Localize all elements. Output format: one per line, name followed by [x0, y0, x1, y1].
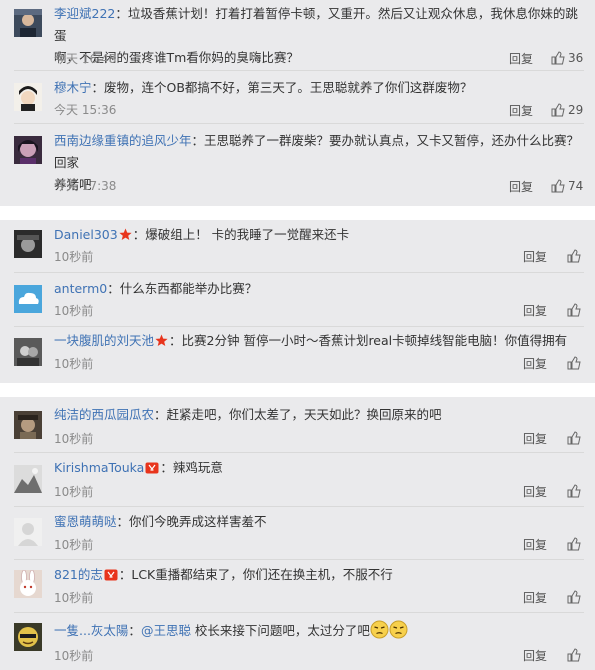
- comment-time: 10秒前: [54, 485, 94, 499]
- avatar[interactable]: [14, 83, 42, 111]
- comment-time: 10秒前: [54, 250, 94, 264]
- thumbs-up-icon: [551, 179, 565, 193]
- comment-text: ：辣鸡玩意: [160, 460, 223, 475]
- comment-time: 10秒前: [54, 304, 94, 318]
- username-link[interactable]: 西南边缘重镇的追风少年: [54, 133, 192, 148]
- username-link[interactable]: 821的志: [54, 567, 103, 582]
- reply-button[interactable]: 回复: [523, 303, 547, 319]
- star-badge-icon: [155, 334, 168, 347]
- mention-link[interactable]: @王思聪: [141, 623, 191, 638]
- reply-button[interactable]: 回复: [523, 356, 547, 372]
- thumbs-up-icon: [551, 103, 565, 117]
- like-button[interactable]: [567, 484, 581, 498]
- comment-text: ：: [128, 623, 141, 638]
- like-button[interactable]: [567, 648, 581, 662]
- comment-text: ：垃圾香蕉计划！打着打着暂停卡顿，又重开。然后又让观众休息，我休息你妹的跳蛋: [54, 6, 578, 43]
- avatar[interactable]: [14, 411, 42, 439]
- reply-button[interactable]: 回复: [509, 103, 533, 119]
- username-link[interactable]: 一隻...灰太陽: [54, 623, 128, 638]
- comment-item: 蜜恩萌萌哒：你们今晚弄成这样害羞不 10秒前 回复: [0, 507, 595, 559]
- reply-button[interactable]: 回复: [509, 51, 533, 67]
- comment-item: 李迎斌222：垃圾香蕉计划！打着打着暂停卡顿，又重开。然后又让观众休息，我休息你…: [0, 0, 595, 70]
- reply-button[interactable]: 回复: [523, 590, 547, 606]
- like-button[interactable]: [567, 537, 581, 551]
- reply-button[interactable]: 回复: [523, 484, 547, 500]
- comment-text: ：废物，连个OB都搞不好，第三天了。王思聪就养了你们这群废物？: [91, 80, 473, 95]
- thumbs-up-icon: [567, 590, 581, 604]
- vip-badge-icon: [145, 461, 159, 474]
- avatar[interactable]: [14, 285, 42, 313]
- annoyed-face-emoji-icon: [370, 620, 389, 646]
- thumbs-up-icon: [567, 249, 581, 263]
- username-link[interactable]: Daniel303: [54, 227, 118, 242]
- avatar[interactable]: [14, 465, 42, 493]
- comment-time: 10秒前: [54, 538, 94, 552]
- username-link[interactable]: 纯洁的西瓜园瓜农: [54, 407, 154, 422]
- reply-button[interactable]: 回复: [523, 537, 547, 553]
- comment-time: 10秒前: [54, 649, 94, 663]
- reply-button[interactable]: 回复: [523, 249, 547, 265]
- thumbs-up-icon: [567, 356, 581, 370]
- thumbs-up-icon: [567, 648, 581, 662]
- comment-item: 一块腹肌的刘天池 ：比赛2分钟 暂停一小时～香蕉计划real卡顿掉线智能电脑！你值…: [0, 327, 595, 383]
- thumbs-up-icon: [551, 51, 565, 65]
- like-button[interactable]: [567, 431, 581, 445]
- comment-item: anterm0：什么东西都能举办比赛？ 10秒前 回复: [0, 273, 595, 326]
- comment-item: 一隻...灰太陽：@王思聪 校长来接下问题吧，太过分了吧 10秒前 回复: [0, 613, 595, 670]
- like-button[interactable]: 29: [551, 102, 583, 118]
- reply-button[interactable]: 回复: [523, 648, 547, 664]
- comment-item: 纯洁的西瓜园瓜农：赶紧走吧，你们太差了，天天如此？换回原来的吧 10秒前 回复: [0, 397, 595, 452]
- comment-time: 今天 16:48: [54, 52, 117, 66]
- thumbs-up-icon: [567, 431, 581, 445]
- thumbs-up-icon: [567, 303, 581, 317]
- avatar[interactable]: [14, 9, 42, 37]
- comment-item: 821的志 ：LCK重播都结束了，你们还在换主机，不服不行 10秒前 回复: [0, 560, 595, 612]
- comment-item: Daniel303 ：爆破组上！ 卡的我睡了一觉醒来还卡 10秒前 回复: [0, 220, 595, 272]
- comment-text: ：你们今晚弄成这样害羞不: [116, 514, 267, 529]
- like-count: 29: [568, 103, 584, 117]
- thumbs-up-icon: [567, 537, 581, 551]
- avatar[interactable]: [14, 230, 42, 258]
- like-button[interactable]: [567, 303, 581, 317]
- comment-item: 穆木宁：废物，连个OB都搞不好，第三天了。王思聪就养了你们这群废物？ 今天 15…: [0, 71, 595, 123]
- comment-text-continued: 校长来接下问题吧，太过分了吧: [190, 623, 370, 638]
- comment-text: ：赶紧走吧，你们太差了，天天如此？换回原来的吧: [154, 407, 442, 422]
- comment-text: ：LCK重播都结束了，你们还在换主机，不服不行: [118, 567, 393, 582]
- comment-time: 今天 17:38: [54, 179, 117, 193]
- comment-text: ：什么东西都能举办比赛？: [107, 281, 258, 296]
- username-link[interactable]: 李迎斌222: [54, 6, 115, 21]
- avatar[interactable]: [14, 518, 42, 546]
- like-button[interactable]: [567, 356, 581, 370]
- comment-item: KirishmaTouka ：辣鸡玩意 10秒前 回复: [0, 453, 595, 506]
- avatar[interactable]: [14, 623, 42, 651]
- like-count: 36: [568, 51, 584, 65]
- comment-time: 今天 15:36: [54, 103, 117, 117]
- avatar[interactable]: [14, 570, 42, 598]
- reply-button[interactable]: 回复: [523, 431, 547, 447]
- star-badge-icon: [119, 228, 132, 241]
- username-link[interactable]: anterm0: [54, 281, 107, 296]
- comment-time: 10秒前: [54, 432, 94, 446]
- comment-text: ：比赛2分钟 暂停一小时～香蕉计划real卡顿掉线智能电脑！你值得拥有: [169, 333, 568, 348]
- username-link[interactable]: 穆木宁: [54, 80, 92, 95]
- like-button[interactable]: 74: [551, 178, 583, 194]
- comment-item: 西南边缘重镇的追风少年：王思聪养了一群废柴？要办就认真点，又卡又暂停，还办什么比…: [0, 124, 595, 206]
- avatar[interactable]: [14, 338, 42, 366]
- vip-badge-icon: [104, 568, 118, 581]
- username-link[interactable]: KirishmaTouka: [54, 460, 144, 475]
- like-count: 74: [568, 179, 584, 193]
- reply-button[interactable]: 回复: [509, 179, 533, 195]
- like-button[interactable]: [567, 249, 581, 263]
- avatar[interactable]: [14, 136, 42, 164]
- username-link[interactable]: 蜜恩萌萌哒: [54, 514, 117, 529]
- like-button[interactable]: 36: [551, 50, 583, 66]
- thumbs-up-icon: [567, 484, 581, 498]
- comment-time: 10秒前: [54, 357, 94, 371]
- username-link[interactable]: 一块腹肌的刘天池: [54, 333, 154, 348]
- comment-text: ：爆破组上！ 卡的我睡了一觉醒来还卡: [132, 227, 350, 242]
- comment-time: 10秒前: [54, 591, 94, 605]
- annoyed-face-emoji-icon: [389, 620, 408, 646]
- like-button[interactable]: [567, 590, 581, 604]
